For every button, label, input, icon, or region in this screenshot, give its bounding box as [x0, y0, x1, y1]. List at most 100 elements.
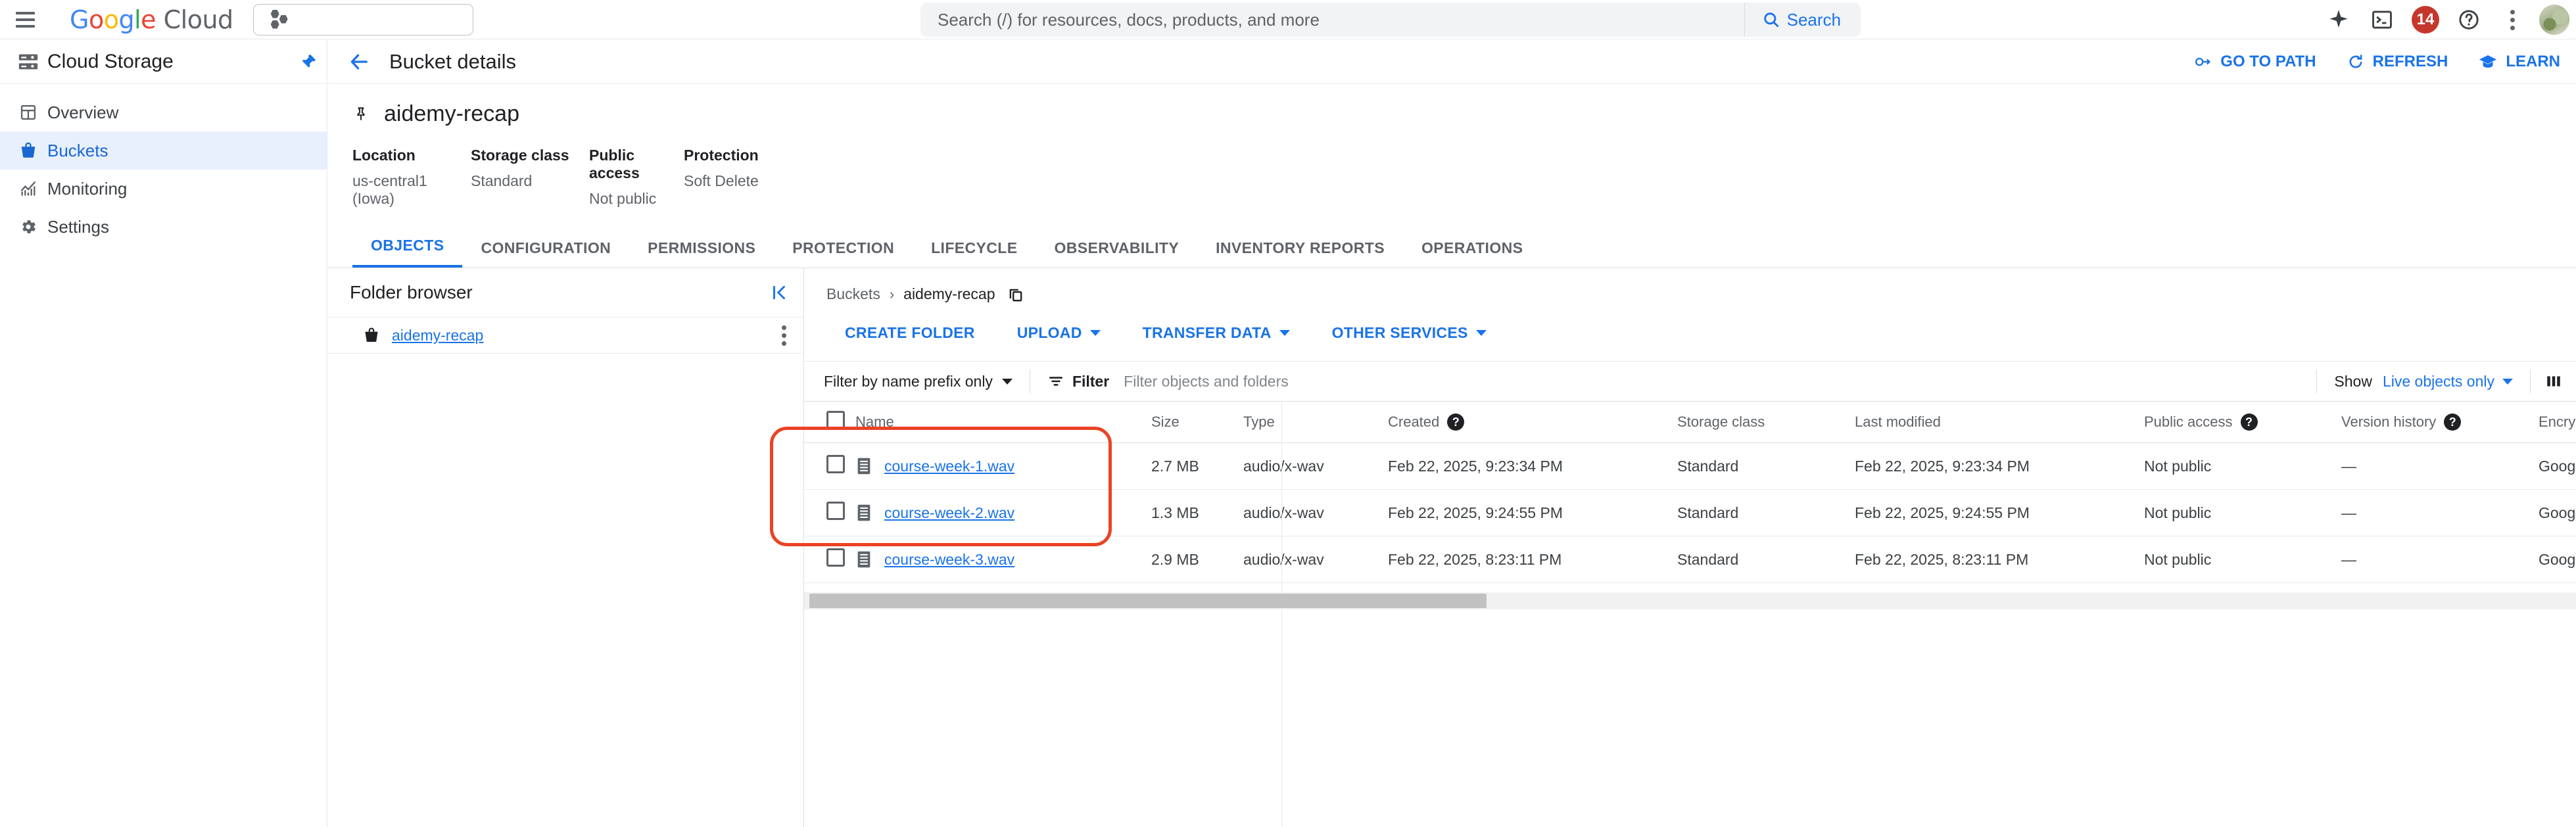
column-header-name[interactable]: Name	[855, 402, 1151, 443]
filter-input[interactable]	[1124, 372, 2317, 390]
row-name-cell: course-week-3.wav	[855, 536, 1151, 583]
column-settings-icon[interactable]	[2530, 369, 2576, 393]
column-header-version-history-label: Version history	[2341, 414, 2437, 430]
top-app-bar: Google Cloud Search (/) for resources, d…	[0, 0, 2576, 39]
transfer-data-button[interactable]: TRANSFER DATA	[1122, 318, 1311, 348]
sidebar-item-settings[interactable]: Settings	[0, 208, 327, 246]
notifications-button[interactable]: 14	[2405, 0, 2446, 39]
project-selector[interactable]	[252, 3, 473, 35]
upload-label: UPLOAD	[1016, 323, 1082, 341]
more-options-icon[interactable]	[2492, 0, 2533, 39]
back-arrow-icon[interactable]	[345, 47, 373, 76]
folder-browser-root-row[interactable]: aidemy-recap	[327, 317, 803, 354]
refresh-button[interactable]: REFRESH	[2347, 53, 2448, 71]
tab-operations[interactable]: OPERATIONS	[1403, 239, 1541, 268]
google-cloud-logo[interactable]: Google Cloud	[70, 5, 233, 34]
copy-icon[interactable]	[1007, 286, 1024, 303]
scrollbar-thumb[interactable]	[809, 594, 1487, 608]
sidebar-item-overview[interactable]: Overview	[0, 93, 327, 131]
sidebar-nav-list: Overview Buckets Monitoring Settings	[0, 84, 327, 246]
hamburger-menu-icon[interactable]	[5, 11, 45, 28]
kebab-menu-icon[interactable]	[782, 325, 786, 346]
help-icon[interactable]: ?	[1447, 414, 1465, 431]
logo-cloud-text: Cloud	[163, 5, 234, 34]
column-header-public-access[interactable]: Public access ?	[2144, 402, 2341, 443]
table-row[interactable]: course-week-2.wav 1.3 MB audio/x-wav Feb…	[804, 489, 2576, 536]
gemini-sparkle-icon[interactable]	[2318, 0, 2359, 39]
search-input[interactable]	[920, 9, 1744, 30]
collapse-panel-icon[interactable]	[769, 283, 789, 302]
horizontal-scrollbar[interactable]	[804, 592, 2576, 609]
tab-observability[interactable]: OBSERVABILITY	[1036, 239, 1197, 268]
column-header-created[interactable]: Created ?	[1388, 402, 1677, 443]
tab-lifecycle[interactable]: LIFECYCLE	[913, 239, 1036, 268]
chevron-down-icon	[1001, 378, 1013, 385]
sidebar-item-monitoring[interactable]: Monitoring	[0, 170, 327, 208]
column-header-storage-class[interactable]: Storage class	[1677, 402, 1855, 443]
column-header-last-modified[interactable]: Last modified	[1855, 402, 2144, 443]
meta-label: Protection	[684, 147, 759, 164]
other-services-button[interactable]: OTHER SERVICES	[1311, 318, 1508, 348]
object-name-link[interactable]: course-week-3.wav	[884, 551, 1014, 569]
show-label: Show	[2334, 372, 2372, 390]
folder-browser-header: Folder browser	[327, 268, 803, 317]
sidebar-item-buckets[interactable]: Buckets	[0, 131, 327, 170]
learn-button[interactable]: LEARN	[2478, 52, 2560, 72]
bucket-meta-protection: Protection Soft Delete	[684, 147, 759, 208]
table-row[interactable]: course-week-1.wav 2.7 MB audio/x-wav Feb…	[804, 442, 2576, 490]
breadcrumb-buckets[interactable]: Buckets	[826, 285, 880, 303]
object-name-link[interactable]: course-week-2.wav	[884, 504, 1014, 522]
go-to-path-button[interactable]: GO TO PATH	[2194, 53, 2316, 71]
show-value-dropdown[interactable]: Live objects only	[2383, 373, 2513, 390]
avatar[interactable]	[2539, 5, 2569, 35]
select-all-checkbox[interactable]	[826, 411, 845, 429]
upload-button[interactable]: UPLOAD	[996, 318, 1122, 348]
row-checkbox[interactable]	[826, 502, 845, 520]
gear-icon	[9, 218, 47, 236]
sidebar-item-label: Settings	[47, 216, 109, 237]
meta-value: Soft Delete	[684, 172, 759, 189]
bucket-icon	[9, 141, 47, 160]
tab-inventory-reports[interactable]: INVENTORY REPORTS	[1197, 239, 1403, 268]
tab-protection[interactable]: PROTECTION	[774, 239, 913, 268]
object-name-link[interactable]: course-week-1.wav	[884, 458, 1014, 475]
audio-file-icon	[855, 457, 872, 475]
link-path-icon	[2195, 57, 2211, 66]
search-button[interactable]: Search	[1744, 3, 1861, 37]
row-checkbox[interactable]	[826, 548, 845, 567]
cloud-storage-product-icon	[9, 51, 47, 73]
help-icon[interactable]	[2448, 0, 2489, 39]
row-checkbox-cell	[804, 489, 855, 536]
column-header-version-history[interactable]: Version history ?	[2341, 402, 2539, 443]
folder-browser-title: Folder browser	[350, 282, 473, 302]
folder-browser-panel: Folder browser aidemy-recap	[327, 268, 804, 827]
column-header-size[interactable]: Size	[1151, 402, 1243, 443]
table-row[interactable]: course-week-3.wav 2.9 MB audio/x-wav Feb…	[804, 536, 2576, 583]
row-checkbox[interactable]	[826, 455, 845, 473]
row-encryption: Google-mana	[2539, 442, 2576, 490]
chevron-down-icon	[1279, 329, 1290, 336]
pin-icon[interactable]	[290, 53, 327, 71]
filter-button[interactable]: Filter	[1047, 373, 1109, 390]
row-size: 1.3 MB	[1151, 489, 1243, 536]
tab-permissions[interactable]: PERMISSIONS	[629, 239, 774, 268]
column-header-type[interactable]: Type	[1243, 402, 1388, 443]
help-icon[interactable]: ?	[2240, 414, 2258, 431]
row-created: Feb 22, 2025, 8:23:11 PM	[1388, 536, 1677, 583]
column-header-encryption-label: Encryption	[2539, 414, 2576, 430]
cloud-shell-terminal-icon[interactable]	[2362, 0, 2402, 39]
row-type: audio/x-wav	[1243, 536, 1388, 583]
tab-configuration[interactable]: CONFIGURATION	[462, 239, 629, 268]
tab-objects[interactable]: OBJECTS	[352, 237, 463, 268]
folder-browser-root-label[interactable]: aidemy-recap	[392, 327, 483, 344]
pin-outline-icon[interactable]	[352, 106, 370, 123]
meta-label: Location	[352, 147, 416, 164]
help-icon[interactable]: ?	[2444, 414, 2462, 431]
column-header-encryption[interactable]: Encryption ?	[2539, 402, 2576, 443]
filter-mode-dropdown[interactable]: Filter by name prefix only	[824, 373, 1030, 390]
row-version-history: —	[2341, 536, 2539, 583]
filter-label: Filter	[1072, 372, 1110, 390]
refresh-label: REFRESH	[2372, 52, 2448, 70]
create-folder-button[interactable]: CREATE FOLDER	[824, 318, 996, 348]
row-type: audio/x-wav	[1243, 442, 1388, 490]
